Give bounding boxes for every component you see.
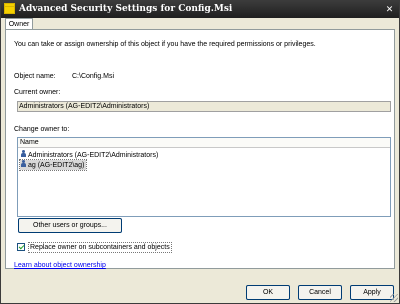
group-icon bbox=[20, 150, 27, 158]
replace-owner-label[interactable]: Replace owner on subcontainers and objec… bbox=[28, 242, 172, 253]
owner-tab-panel: You can take or assign ownership of this… bbox=[5, 29, 395, 269]
object-name-label: Object name: bbox=[14, 73, 56, 80]
apply-button[interactable]: Apply bbox=[350, 285, 394, 300]
replace-owner-checkbox[interactable] bbox=[17, 243, 25, 251]
close-icon[interactable]: ✕ bbox=[383, 3, 396, 15]
other-users-button[interactable]: Other users or groups... bbox=[18, 218, 122, 233]
list-item[interactable]: ag (AG-EDIT2\ag) bbox=[18, 159, 88, 171]
folder-icon[interactable] bbox=[4, 3, 15, 14]
current-owner-field: Administrators (AG-EDIT2\Administrators) bbox=[17, 101, 391, 112]
cancel-button[interactable]: Cancel bbox=[298, 285, 342, 300]
list-header-name[interactable]: Name bbox=[18, 138, 390, 148]
resize-grip[interactable] bbox=[390, 294, 398, 302]
security-settings-window: Advanced Security Settings for Config.Ms… bbox=[0, 0, 400, 304]
list-item-label: ag (AG-EDIT2\ag) bbox=[28, 162, 85, 169]
object-name-value: C:\Config.Msi bbox=[72, 73, 115, 80]
title-bar[interactable]: Advanced Security Settings for Config.Ms… bbox=[1, 1, 399, 18]
current-owner-label: Current owner: bbox=[14, 89, 61, 96]
ok-button[interactable]: OK bbox=[246, 285, 290, 300]
intro-text: You can take or assign ownership of this… bbox=[14, 41, 316, 48]
owner-list[interactable]: Name Administrators (AG-EDIT2\Administra… bbox=[17, 137, 391, 217]
list-item[interactable]: Administrators (AG-EDIT2\Administrators) bbox=[20, 150, 160, 160]
dialog-buttons: OK Cancel Apply bbox=[1, 277, 399, 303]
change-owner-label: Change owner to: bbox=[14, 126, 70, 133]
list-item-label: Administrators (AG-EDIT2\Administrators) bbox=[28, 152, 159, 159]
learn-ownership-link[interactable]: Learn about object ownership bbox=[14, 261, 106, 270]
user-icon bbox=[20, 160, 27, 168]
window-title: Advanced Security Settings for Config.Ms… bbox=[19, 4, 233, 14]
